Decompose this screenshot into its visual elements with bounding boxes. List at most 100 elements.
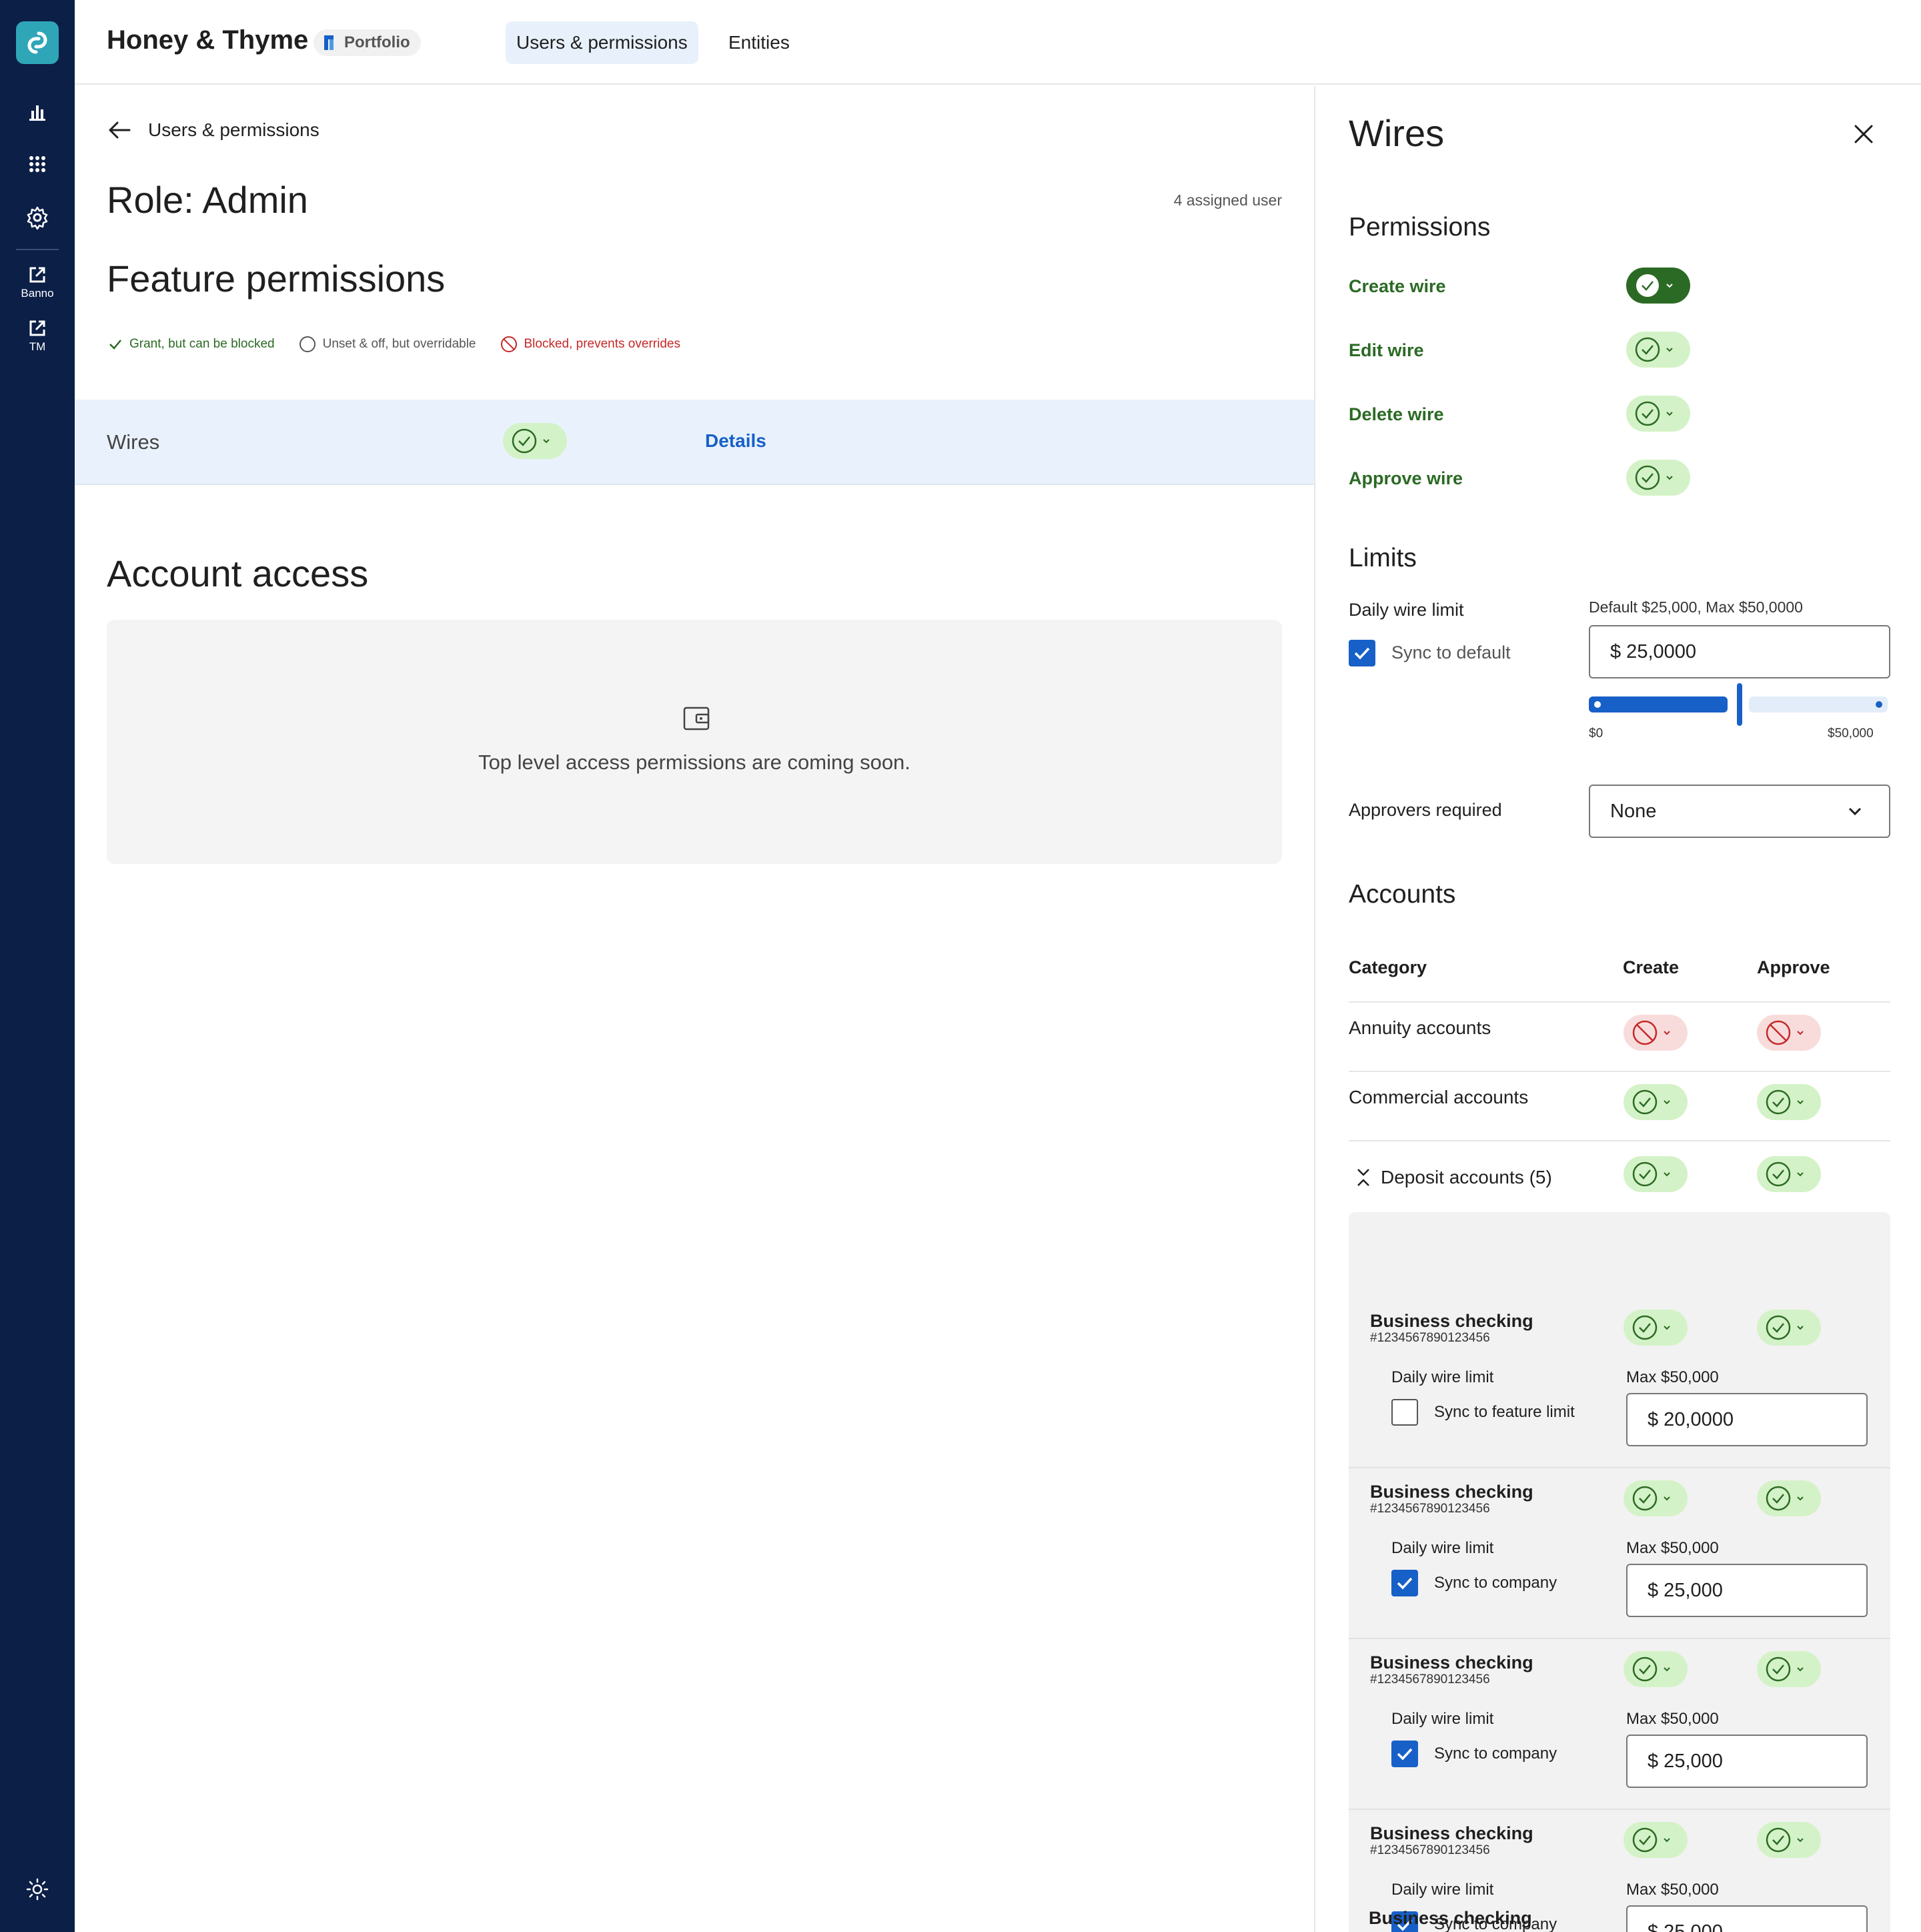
portfolio-badge[interactable]: Portfolio <box>313 29 421 56</box>
sync-label: Sync to feature limit <box>1434 1403 1575 1421</box>
category-commercial: Commercial accounts <box>1349 1087 1529 1107</box>
check-circle-icon <box>1632 1827 1658 1853</box>
legend-grant: Grant, but can be blocked <box>108 337 275 352</box>
external-link-icon <box>29 320 45 336</box>
check-circle-icon <box>1635 465 1660 490</box>
account-limit-input[interactable]: $ 25,000 <box>1626 1564 1868 1617</box>
chevron-down-icon <box>1666 348 1673 352</box>
empty-state: Top level access permissions are coming … <box>107 620 1282 864</box>
row-divider <box>1349 1001 1890 1003</box>
account-approve-toggle[interactable] <box>1757 1822 1821 1858</box>
feature-permission-toggle[interactable] <box>503 423 567 459</box>
chevron-down-icon <box>1797 1667 1804 1672</box>
permission-create-wire: Create wire <box>1349 276 1446 296</box>
edit-wire-toggle[interactable] <box>1626 332 1690 368</box>
empty-state-message: Top level access permissions are coming … <box>478 751 910 774</box>
daily-limit-input[interactable]: $ 25,0000 <box>1589 625 1890 678</box>
annuity-approve-toggle[interactable] <box>1757 1015 1821 1051</box>
account-limit-input[interactable]: $ 25,000 <box>1626 1735 1868 1788</box>
slider-track <box>1749 696 1888 712</box>
chevron-down-icon <box>543 439 550 444</box>
rail-settings[interactable] <box>0 205 75 229</box>
apps-grid-icon <box>29 156 45 172</box>
check-circle-icon <box>1632 1161 1658 1187</box>
account-name: Business checking <box>1370 1311 1533 1331</box>
assigned-users-count[interactable]: 4 assigned user <box>1174 191 1282 209</box>
checkmark-icon <box>1354 647 1370 660</box>
tab-users-permissions[interactable]: Users & permissions <box>506 21 698 64</box>
back-link[interactable]: Users & permissions <box>108 119 319 141</box>
details-link[interactable]: Details <box>705 430 766 452</box>
legend-blocked-label: Blocked, prevents overrides <box>524 337 680 351</box>
blocked-icon <box>1766 1020 1791 1045</box>
feature-name: Wires <box>107 430 160 454</box>
side-panel: Wires Permissions Create wire Edit wire … <box>1314 86 1921 1932</box>
account-approve-toggle[interactable] <box>1757 1480 1821 1516</box>
sync-default-label: Sync to default <box>1391 642 1511 662</box>
sync-feature-checkbox[interactable] <box>1391 1399 1418 1426</box>
sync-default-checkbox[interactable] <box>1349 640 1375 666</box>
deposit-group-label[interactable]: Deposit accounts (5) <box>1381 1167 1552 1188</box>
account-create-toggle[interactable] <box>1624 1310 1688 1346</box>
account-create-toggle[interactable] <box>1624 1651 1688 1687</box>
deposit-create-toggle[interactable] <box>1624 1156 1688 1192</box>
checkmark-icon <box>1397 1748 1413 1761</box>
chevron-down-icon <box>1848 807 1862 816</box>
rail-apps[interactable] <box>0 155 75 173</box>
rail-theme-toggle[interactable] <box>0 1877 75 1901</box>
commercial-approve-toggle[interactable] <box>1757 1084 1821 1120</box>
collapse-icon[interactable] <box>1355 1167 1371 1188</box>
rail-link-tm[interactable]: TM <box>0 319 75 354</box>
app-logo[interactable] <box>16 21 59 64</box>
approve-wire-toggle[interactable] <box>1626 460 1690 496</box>
approvers-select[interactable]: None <box>1589 785 1890 838</box>
account-approve-toggle[interactable] <box>1757 1651 1821 1687</box>
top-bar: Honey & Thyme Portfolio Users & permissi… <box>75 0 1921 85</box>
account-approve-toggle[interactable] <box>1757 1310 1821 1346</box>
deposit-approve-toggle[interactable] <box>1757 1156 1821 1192</box>
check-circle-icon <box>1766 1486 1791 1511</box>
legend-unset: Unset & off, but overridable <box>299 336 476 353</box>
close-icon[interactable] <box>1850 121 1877 147</box>
portfolio-icon <box>324 35 334 50</box>
create-wire-toggle[interactable] <box>1626 268 1690 304</box>
approvers-label: Approvers required <box>1349 800 1502 820</box>
daily-limit-slider[interactable] <box>1737 683 1742 726</box>
account-name: Business checking <box>1370 1482 1533 1502</box>
wallet-icon <box>683 706 710 731</box>
check-circle-icon <box>1766 1089 1791 1115</box>
check-circle-icon <box>1766 1656 1791 1682</box>
account-create-toggle[interactable] <box>1624 1822 1688 1858</box>
row-divider <box>1349 1140 1890 1141</box>
slider-end-dot <box>1876 701 1882 708</box>
account-limit-input[interactable]: $ 25,000 <box>1626 1905 1868 1932</box>
rail-analytics[interactable] <box>0 101 75 123</box>
sync-company-checkbox[interactable] <box>1391 1570 1418 1596</box>
delete-wire-toggle[interactable] <box>1626 396 1690 432</box>
permission-edit-wire: Edit wire <box>1349 340 1424 360</box>
slider-max-label: $50,000 <box>1828 727 1874 741</box>
tab-entities[interactable]: Entities <box>718 21 800 64</box>
account-limit-label: Daily wire limit <box>1391 1710 1494 1728</box>
chevron-down-icon <box>1666 284 1673 288</box>
annuity-create-toggle[interactable] <box>1624 1015 1688 1051</box>
account-create-toggle[interactable] <box>1624 1480 1688 1516</box>
sync-company-checkbox[interactable] <box>1391 1741 1418 1767</box>
approvers-value: None <box>1610 800 1657 822</box>
account-divider <box>1349 1638 1890 1639</box>
blocked-icon <box>500 336 517 352</box>
chevron-down-icon <box>1797 1326 1804 1330</box>
rail-label-tm: TM <box>29 340 46 353</box>
rail-link-banno[interactable]: Banno <box>0 266 75 300</box>
check-circle-icon <box>1632 1486 1658 1511</box>
left-rail: Banno TM <box>0 0 75 1932</box>
feature-row-wires[interactable]: Wires Details <box>75 400 1314 485</box>
blocked-icon <box>1632 1020 1658 1045</box>
sun-icon <box>26 1878 49 1901</box>
daily-limit-label: Daily wire limit <box>1349 600 1464 620</box>
commercial-create-toggle[interactable] <box>1624 1084 1688 1120</box>
chevron-down-icon <box>1664 1100 1670 1105</box>
slider-min-label: $0 <box>1589 727 1604 741</box>
check-circle-icon <box>1766 1161 1791 1187</box>
account-limit-input[interactable]: $ 20,0000 <box>1626 1393 1868 1446</box>
